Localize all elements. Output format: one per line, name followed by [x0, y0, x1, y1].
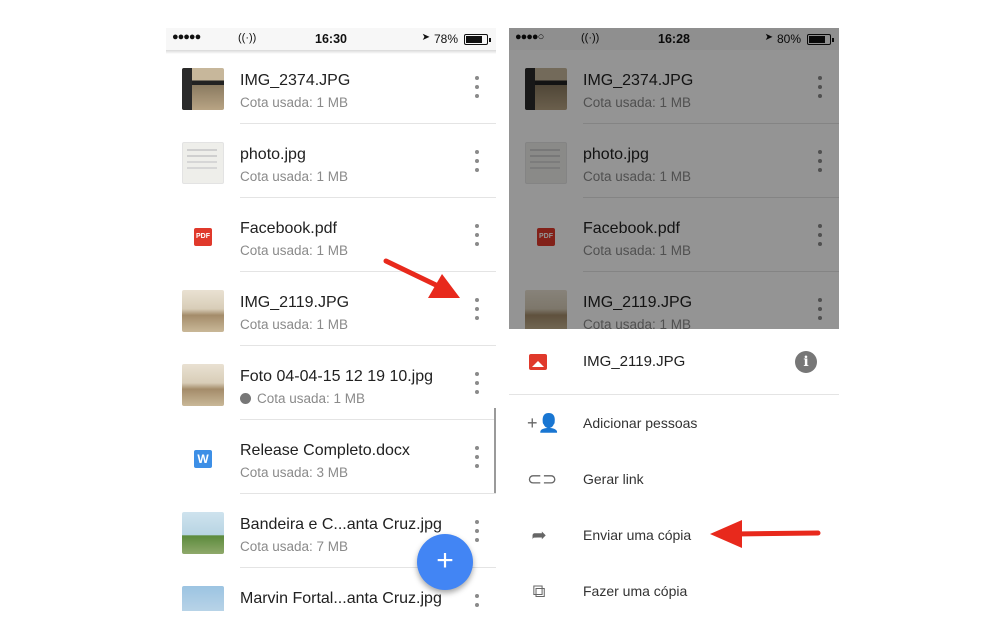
word-file-icon: W [194, 450, 212, 468]
shared-icon [240, 393, 251, 404]
location-icon: ➤ [421, 32, 430, 43]
file-quota: Cota usada: 1 MB [240, 391, 365, 406]
battery-icon [464, 34, 491, 45]
sheet-action-label: Enviar uma cópia [583, 527, 692, 543]
pdf-file-icon: PDF [194, 228, 212, 246]
file-row[interactable]: W Release Completo.docx Cota usada: 3 MB [166, 420, 496, 494]
info-icon[interactable]: i [795, 351, 817, 373]
file-name: IMG_2374.JPG [240, 72, 351, 89]
file-thumbnail [182, 142, 224, 184]
scrollbar[interactable] [494, 408, 496, 493]
share-arrow-icon: ➦ [531, 525, 547, 545]
file-quota: Cota usada: 1 MB [240, 317, 348, 332]
sheet-title: IMG_2119.JPG [583, 353, 686, 370]
sheet-action-label: Gerar link [583, 471, 644, 487]
sheet-action-add-person[interactable]: +👤 Adicionar pessoas [509, 395, 839, 451]
file-quota: Cota usada: 1 MB [240, 169, 348, 184]
dim-overlay[interactable] [509, 28, 839, 329]
file-name: Marvin Fortal...anta Cruz.jpg [240, 590, 442, 607]
dimmed-background: ●●●●○ ((·)) 16:28 ➤ 80% IMG_2374.JPG Cota… [509, 28, 839, 329]
add-fab-button[interactable]: + [417, 534, 473, 590]
file-name: IMG_2119.JPG [240, 294, 350, 311]
file-thumbnail [182, 364, 224, 406]
sheet-action-copy[interactable]: ⧉ Fazer uma cópia [509, 563, 839, 611]
more-options-icon[interactable] [472, 224, 482, 248]
file-thumbnail [182, 586, 224, 611]
file-name: photo.jpg [240, 146, 306, 163]
annotation-arrow-left [383, 258, 460, 298]
file-name: Bandeira e C...anta Cruz.jpg [240, 516, 442, 533]
more-options-icon[interactable] [472, 298, 482, 322]
file-name: Release Completo.docx [240, 442, 410, 459]
more-options-icon[interactable] [472, 372, 482, 396]
file-quota: Cota usada: 1 MB [240, 243, 348, 258]
file-name: Facebook.pdf [240, 220, 337, 237]
file-quota-text: Cota usada: 3 MB [240, 465, 349, 480]
more-options-icon[interactable] [472, 150, 482, 174]
file-quota-text: Cota usada: 1 MB [257, 391, 366, 406]
file-quota-text: Cota usada: 1 MB [240, 169, 349, 184]
file-thumbnail [182, 290, 224, 332]
link-icon: ⊂⊃ [527, 469, 558, 489]
file-thumbnail [182, 68, 224, 110]
sheet-header: IMG_2119.JPG i [509, 329, 839, 395]
annotation-arrow-right [710, 520, 821, 548]
battery-percent: 78% [433, 32, 458, 46]
sheet-action-link[interactable]: ⊂⊃ Gerar link [509, 451, 839, 507]
file-quota-text: Cota usada: 7 MB [240, 539, 349, 554]
more-options-icon[interactable] [472, 520, 482, 544]
file-row[interactable]: photo.jpg Cota usada: 1 MB [166, 124, 496, 198]
file-quota-text: Cota usada: 1 MB [240, 317, 349, 332]
status-bar: ●●●●● ((·)) 16:30 ➤ 78% [166, 28, 496, 50]
file-row[interactable]: IMG_2374.JPG Cota usada: 1 MB [166, 50, 496, 124]
sheet-actions: +👤 Adicionar pessoas ⊂⊃ Gerar link ➦ Enviar u… [509, 395, 839, 611]
left-phone-screen: ●●●●● ((·)) 16:30 ➤ 78% IMG_2374.JPG Cota… [166, 28, 496, 611]
file-row[interactable]: Foto 04-04-15 12 19 10.jpg Cota usada: 1 … [166, 346, 496, 420]
image-file-icon [529, 354, 547, 370]
file-quota-text: Cota usada: 1 MB [240, 95, 349, 110]
more-options-icon[interactable] [472, 446, 482, 470]
file-quota: Cota usada: 7 MB [240, 539, 348, 554]
file-list: IMG_2374.JPG Cota usada: 1 MB photo.jpg Cot… [166, 50, 496, 611]
sheet-action-label: Fazer uma cópia [583, 583, 688, 599]
copy-icon: ⧉ [532, 581, 546, 601]
file-quota-text: Cota usada: 1 MB [240, 243, 349, 258]
file-thumbnail [182, 512, 224, 554]
sheet-action-label: Adicionar pessoas [583, 415, 698, 431]
file-quota: Cota usada: 1 MB [240, 95, 348, 110]
file-name: Foto 04-04-15 12 19 10.jpg [240, 368, 434, 385]
bottom-sheet: IMG_2119.JPG i +👤 Adicionar pessoas ⊂⊃ Gera… [509, 329, 839, 611]
file-quota: Cota usada: 3 MB [240, 465, 348, 480]
more-options-icon[interactable] [472, 76, 482, 100]
more-options-icon[interactable] [472, 594, 482, 611]
add-person-icon: +👤 [527, 413, 560, 433]
